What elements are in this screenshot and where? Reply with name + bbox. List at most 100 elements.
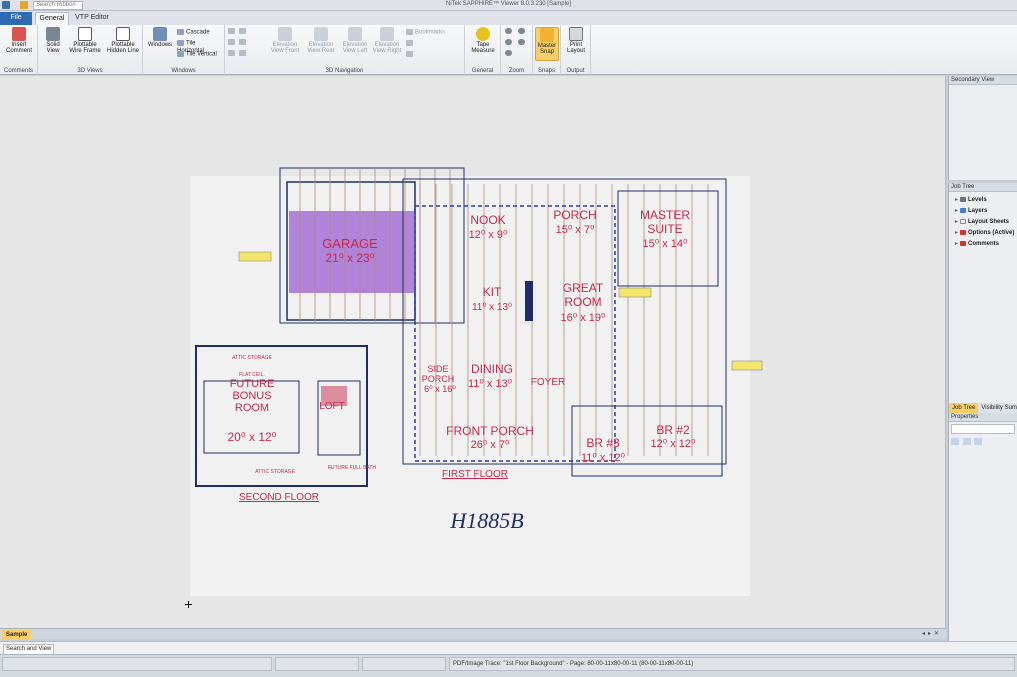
cascade-icon (177, 29, 184, 35)
comment-callout-2[interactable] (618, 287, 652, 298)
house-front-icon (278, 27, 292, 41)
tree-item-layout-sheets[interactable]: ▸ Layout Sheets (949, 217, 1017, 228)
cube-icon (46, 27, 60, 41)
nook-dimension: 12⁰ x 9⁰ (469, 229, 508, 241)
properties-selector[interactable] (951, 424, 1015, 434)
title-bar: Search Ribbon NiTek SAPPHIRE™ Viewer 8.0… (0, 0, 1017, 11)
solid-view-button[interactable]: Solid View (41, 27, 65, 54)
first-floor-title: FIRST FLOOR (442, 469, 508, 480)
side-porch-label: PORCH (422, 374, 455, 384)
zoom-window-button[interactable] (505, 39, 514, 47)
app-icon[interactable] (2, 1, 10, 9)
sheet-icon (960, 218, 966, 224)
nav-small-4[interactable] (239, 39, 248, 47)
tree-item-layers[interactable]: ▸ Layers (949, 206, 1017, 217)
nav-small-5[interactable] (228, 50, 237, 58)
folder-icon[interactable] (20, 1, 28, 9)
br2-dimension: 12⁰ x 12⁰ (651, 438, 696, 450)
window-title: NiTek SAPPHIRE™ Viewer 8.0.3.230 [Sample… (446, 1, 571, 7)
panel-tabs: Job Tree Visibility Sum (949, 403, 1017, 413)
nav-extra-1[interactable] (406, 40, 415, 48)
master-label: MASTER (640, 208, 690, 222)
elevation-right-label: Elevation View Right (372, 42, 402, 54)
zoom-in-button[interactable] (518, 28, 527, 36)
zoom-out-button[interactable] (518, 39, 527, 47)
drawing-canvas[interactable]: GARAGE 21⁰ x 23⁰ NOOK 12⁰ x 9⁰ PORCH 15⁰… (0, 76, 946, 628)
nook-label: NOOK (470, 213, 505, 227)
bonus-label: BONUS (232, 390, 271, 402)
doc-tab-controls[interactable]: ◂▸✕ (922, 630, 942, 637)
tab-visibility[interactable]: Visibility Sum (978, 403, 1017, 413)
suite-label: SUITE (647, 222, 682, 236)
foyer-label: FOYER (531, 377, 565, 388)
great-room-dimension: 16⁰ x 19⁰ (561, 312, 606, 324)
cascade-label: Cascade (186, 29, 210, 36)
tab-file[interactable]: File (0, 12, 32, 25)
comment-icon (12, 27, 26, 41)
categorized-icon[interactable] (951, 438, 959, 445)
dining-label: DINING (471, 362, 513, 376)
printer-icon (569, 27, 583, 41)
group-label-comments: Comments (3, 68, 33, 74)
tree-item-comments[interactable]: ▸ Comments (949, 239, 1017, 250)
attic-storage-top: ATTIC STORAGE (232, 355, 272, 361)
group-label-zoom: Zoom (508, 68, 525, 74)
comment-callout-1[interactable] (238, 251, 272, 262)
insert-comment-label: Insert Comment (5, 42, 32, 54)
nav-small-2[interactable] (239, 28, 248, 36)
tab-job-tree[interactable]: Job Tree (949, 403, 979, 413)
bookmarks-button[interactable]: Bookmarks (406, 29, 445, 37)
property-pages-icon[interactable] (974, 438, 983, 445)
hidden-line-button[interactable]: Plottable Hidden Line (105, 27, 141, 54)
elevation-front-button[interactable]: Elevation View Front (269, 27, 301, 54)
group-3d-navigation: Elevation View Front Elevation View Rear… (225, 25, 465, 75)
solid-view-label: Solid View (46, 42, 60, 54)
comment-callout-3[interactable] (731, 360, 763, 371)
tree-item-options[interactable]: ▸ Options (Active) (949, 228, 1017, 239)
tree-item-levels[interactable]: ▸ Levels (949, 195, 1017, 206)
snap-icon (540, 28, 554, 42)
tile-vertical-icon (177, 51, 184, 57)
house-right-icon (380, 27, 394, 41)
search-ribbon-input[interactable]: Search Ribbon (33, 1, 83, 10)
kitchen-dimension: 11⁰ x 13⁰ (472, 302, 512, 313)
tape-measure-button[interactable]: Tape Measure (467, 27, 499, 54)
pan-button[interactable] (505, 50, 514, 58)
nav-small-6[interactable] (239, 50, 248, 58)
print-layout-button[interactable]: Print Layout (563, 27, 589, 54)
wireframe-icon (78, 27, 92, 41)
zoom-extents-button[interactable] (505, 28, 514, 36)
windows-button[interactable]: Windows (146, 27, 174, 48)
garage-dimension: 21⁰ x 23⁰ (326, 251, 375, 265)
crosshair-cursor-icon (185, 601, 192, 608)
tile-vertical-button[interactable]: Tile Vertical (177, 51, 217, 59)
nav-extra-2[interactable] (406, 51, 415, 59)
doc-tab-sample[interactable]: Sample (2, 630, 32, 640)
windows-label: Windows (147, 42, 173, 48)
nav-extra-icon (406, 40, 413, 46)
zoom-in-icon (518, 28, 525, 34)
elevation-left-button[interactable]: Elevation View Left (339, 27, 371, 54)
bookmarks-label: Bookmarks (415, 29, 446, 36)
zoom-window-icon (505, 39, 512, 45)
elevation-rear-button[interactable]: Elevation View Rear (305, 27, 337, 54)
future-bath-label: FUTURE FULL BATH (328, 465, 376, 471)
nav-small-3[interactable] (228, 39, 237, 47)
master-snap-button[interactable]: Master Snap (535, 27, 559, 61)
group-label-3d-navigation: 3D Navigation (325, 68, 364, 74)
nav-small-1[interactable] (228, 28, 237, 36)
sort-icon[interactable] (962, 438, 971, 445)
master-snap-label: Master Snap (537, 43, 557, 55)
future-label: FUTURE (230, 378, 275, 390)
attic-storage-bottom: ATTIC STORAGE (255, 469, 295, 475)
hidden-line-label: Plottable Hidden Line (106, 42, 140, 54)
side-porch-dimension: 6⁰ x 16⁰ (424, 384, 456, 394)
second-floor-title: SECOND FLOOR (239, 492, 319, 503)
insert-comment-button[interactable]: Insert Comment (4, 27, 34, 54)
tab-general[interactable]: General (35, 12, 69, 25)
wireframe-button[interactable]: Plottable Wire Frame (67, 27, 103, 54)
cascade-button[interactable]: Cascade (177, 29, 210, 37)
tab-vtp-editor[interactable]: VTP Editor (72, 12, 112, 25)
elevation-right-button[interactable]: Elevation View Right (371, 27, 403, 54)
tree-label-layout-sheets: Layout Sheets (968, 219, 1010, 225)
